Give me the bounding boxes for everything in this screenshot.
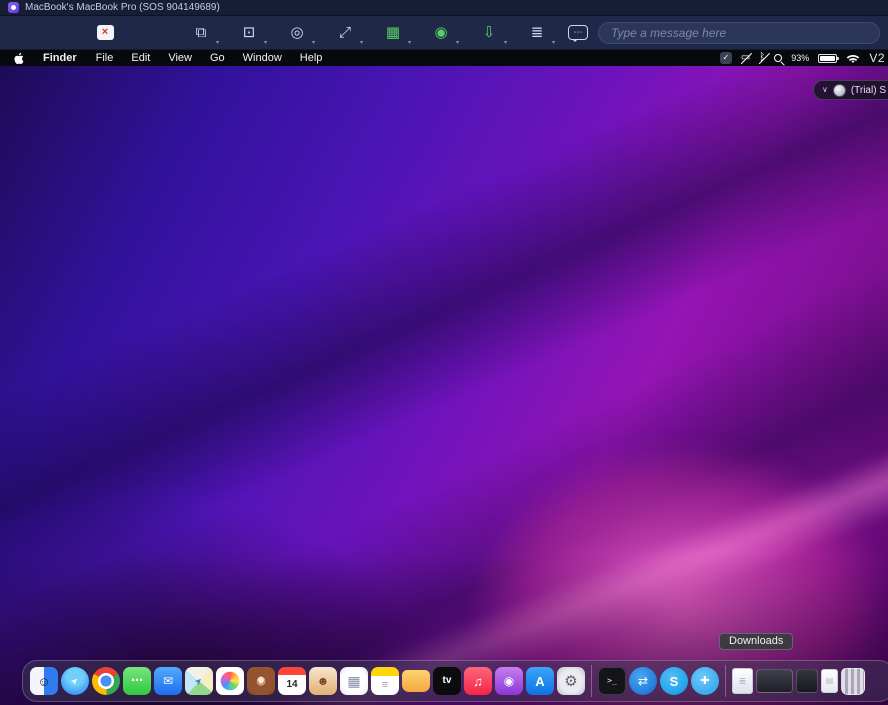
wifi-icon[interactable] <box>846 53 860 64</box>
menu-item-edit[interactable]: Edit <box>122 52 159 64</box>
menu-item-help[interactable]: Help <box>291 52 332 64</box>
desktop-area: ∨ (Trial) S Downloads ☺ ➤ <box>0 66 888 705</box>
status-badge-icon[interactable]: ✓ <box>720 52 732 64</box>
v2-logo: V2 <box>869 51 885 65</box>
toolbar-icons: × ▾ ⧉ ▾ ⊡ ▾ ◎ ▾ ⤢ <box>88 20 568 46</box>
remote-app-logo-icon <box>8 2 19 13</box>
podcasts-icon[interactable]: ◉ <box>495 667 523 695</box>
skype-icon[interactable]: S <box>660 667 688 695</box>
menu-items: File Edit View Go Window Help <box>87 52 332 64</box>
switch-monitor-icon[interactable]: ⧉ ▾ <box>184 20 218 46</box>
dropdown-caret-icon[interactable]: ▾ <box>456 40 459 46</box>
battery-percent: 93% <box>791 53 809 63</box>
tv-icon[interactable]: tv <box>433 667 461 695</box>
macos-menu-bar: Finder File Edit View Go Window Help ✓ ▭… <box>0 50 888 66</box>
chevron-down-icon[interactable]: ∨ <box>822 86 828 94</box>
session-settings-icon[interactable]: ≣ ▾ <box>520 20 554 46</box>
menu-item-view[interactable]: View <box>159 52 201 64</box>
chrome-icon[interactable] <box>92 667 120 695</box>
dock-utils-group: >_ ⇄ S <box>598 667 719 695</box>
menu-item-go[interactable]: Go <box>201 52 234 64</box>
apple-menu-icon[interactable] <box>0 52 33 65</box>
battery-icon[interactable] <box>818 54 837 63</box>
trash-icon[interactable] <box>841 668 865 695</box>
session-title: MacBook's MacBook Pro (SOS 904149689) <box>25 2 220 13</box>
maps-icon[interactable]: ➤ <box>185 667 213 695</box>
dropdown-caret-icon[interactable]: ▾ <box>504 40 507 46</box>
photo-booth-icon[interactable]: ◉ <box>247 667 275 695</box>
record-session-icon[interactable]: ◉ ▾ <box>424 20 458 46</box>
menu-item-file[interactable]: File <box>87 52 123 64</box>
desktop-wallpaper[interactable] <box>0 66 888 705</box>
trial-watermark: ∨ (Trial) S <box>813 80 888 100</box>
menu-app-name[interactable]: Finder <box>33 52 87 64</box>
photos-icon[interactable] <box>216 667 244 695</box>
trial-logo-icon <box>833 84 846 97</box>
mail-icon[interactable]: ✉ <box>154 667 182 695</box>
dock: ☺ ➤ <box>22 660 888 702</box>
downloads-stack-icon[interactable]: ≣ <box>732 668 753 694</box>
dock-files-group: ≣ <box>732 668 865 695</box>
bluetooth-off-icon[interactable]: ᛒ <box>759 53 765 63</box>
system-preferences-icon[interactable]: ⚙ <box>557 667 585 695</box>
dock-separator <box>591 665 592 697</box>
dock-separator <box>725 665 726 697</box>
chat-area: ⋯ <box>568 22 880 44</box>
screen-mirroring-off-icon[interactable]: ▭ <box>741 53 750 63</box>
contacts-icon[interactable]: ☻ <box>309 667 337 695</box>
music-icon[interactable]: ♫ <box>464 667 492 695</box>
menu-bar-status: ✓ ▭ ᛒ 93% V2 <box>720 51 888 65</box>
app-store-icon[interactable]: A <box>526 667 554 695</box>
notes-icon[interactable]: ≡ <box>371 667 399 695</box>
terminal-icon[interactable]: >_ <box>598 667 626 695</box>
disconnect-icon[interactable]: × ▾ <box>88 20 122 46</box>
dropdown-caret-icon[interactable]: ▾ <box>360 40 363 46</box>
fullscreen-icon[interactable]: ⤢ ▾ <box>328 20 362 46</box>
dropdown-caret-icon[interactable]: ▾ <box>552 40 555 46</box>
wallpaper-wave <box>0 66 888 705</box>
document-stack-icon[interactable]: ▤ <box>821 669 838 693</box>
messages-icon[interactable]: ⋯ <box>123 667 151 695</box>
dock-apps-group: ☺ ➤ <box>30 667 585 695</box>
minimized-window-icon[interactable] <box>796 669 818 693</box>
battery-fill <box>820 56 835 61</box>
dropdown-caret-icon[interactable]: ▾ <box>216 40 219 46</box>
session-tab-bar: MacBook's MacBook Pro (SOS 904149689) <box>0 0 888 16</box>
wallpaper-glow <box>400 386 888 705</box>
remote-toolbar: × ▾ ⧉ ▾ ⊡ ▾ ◎ ▾ ⤢ <box>0 16 888 50</box>
safari-icon[interactable]: ➤ <box>61 667 89 695</box>
spotlight-icon[interactable] <box>774 54 782 62</box>
chat-input[interactable] <box>598 22 880 44</box>
wallpaper-wave <box>0 66 888 628</box>
finder-icon[interactable]: ☺ <box>30 667 58 695</box>
remote-desktop-window: MacBook's MacBook Pro (SOS 904149689) × … <box>0 0 888 705</box>
view-options-icon[interactable]: ◎ ▾ <box>280 20 314 46</box>
downloads-tooltip: Downloads <box>719 633 793 650</box>
launchpad-icon[interactable]: ▦ <box>340 667 368 695</box>
apple-logo-icon <box>14 52 25 65</box>
remote-sync-icon[interactable]: ⇄ <box>629 667 657 695</box>
file-transfer-icon[interactable]: ⇩ ▾ <box>472 20 506 46</box>
dropdown-caret-icon[interactable]: ▾ <box>408 40 411 46</box>
apps-grid-icon[interactable]: ▦ ▾ <box>376 20 410 46</box>
blue-plus-app-icon[interactable]: ✚ <box>691 667 719 695</box>
folder-icon[interactable] <box>402 670 430 692</box>
dropdown-caret-icon[interactable]: ▾ <box>264 40 267 46</box>
dropdown-caret-icon[interactable]: ▾ <box>312 40 315 46</box>
chat-icon[interactable]: ⋯ <box>568 25 588 40</box>
minimized-window-icon[interactable] <box>756 669 793 693</box>
calendar-icon[interactable]: 14 <box>278 667 306 695</box>
display-icon[interactable]: ⊡ ▾ <box>232 20 266 46</box>
menu-item-window[interactable]: Window <box>234 52 291 64</box>
trial-label: (Trial) S <box>851 85 886 96</box>
